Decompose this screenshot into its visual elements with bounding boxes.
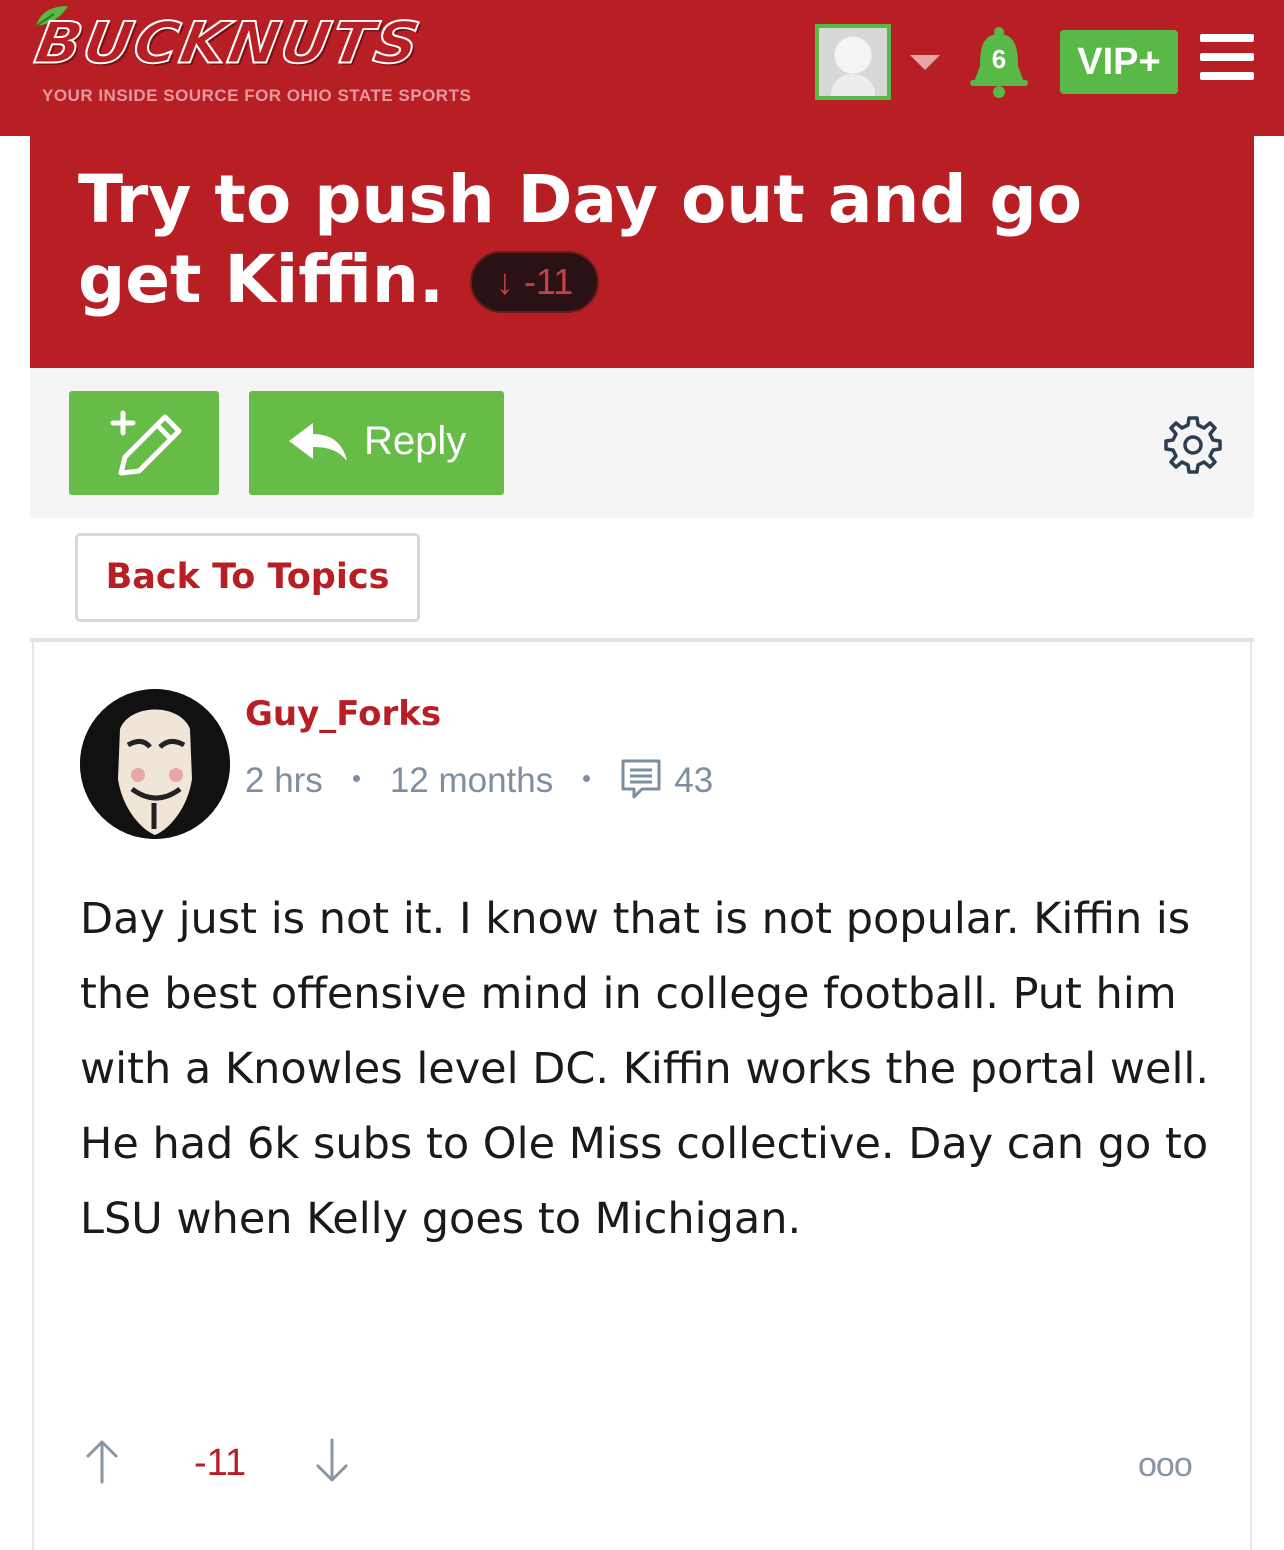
topic-toolbar: Reply: [30, 368, 1254, 518]
site-logo[interactable]: BUCKNUTS YOUR INSIDE SOURCE FOR OHIO STA…: [29, 2, 572, 112]
post-meta: 2 hrs 12 months 43: [245, 758, 713, 801]
user-avatar-button[interactable]: [815, 24, 891, 100]
page-title: Try to push Day out and go get Kiffin. ↓ …: [78, 160, 1228, 320]
logo-tagline: YOUR INSIDE SOURCE FOR OHIO STATE SPORTS: [42, 86, 472, 105]
site-header: BUCKNUTS YOUR INSIDE SOURCE FOR OHIO STA…: [0, 0, 1284, 136]
post-count: 43: [674, 761, 714, 800]
reply-label: Reply: [364, 419, 467, 463]
vip-button[interactable]: VIP+: [1060, 30, 1178, 94]
post-body: Day just is not it. I know that is not p…: [80, 894, 1210, 1244]
post-card: Guy_Forks 2 hrs 12 months 43 Day just is n…: [32, 642, 1252, 1550]
topic-score-badge: ↓ -11: [469, 251, 600, 313]
mask-avatar-image: [80, 689, 230, 839]
downvote-arrow-icon[interactable]: [314, 1438, 350, 1484]
avatar[interactable]: [80, 689, 230, 839]
gear-icon: [1164, 416, 1222, 474]
upvote-arrow-icon[interactable]: [84, 1438, 120, 1484]
avatar: [819, 28, 887, 96]
settings-button[interactable]: [1162, 414, 1224, 476]
notifications-button[interactable]: 6: [966, 26, 1032, 98]
reply-arrow-icon: [289, 423, 347, 461]
post-time: 2 hrs: [245, 761, 323, 800]
pencil-plus-icon: [110, 410, 182, 476]
new-topic-button[interactable]: [69, 391, 219, 495]
logo-wordmark: BUCKNUTS: [29, 9, 427, 77]
post-username[interactable]: Guy_Forks: [245, 694, 441, 734]
reply-button[interactable]: Reply: [249, 391, 504, 495]
vote-score: -11: [194, 1442, 247, 1484]
chevron-down-icon[interactable]: [910, 55, 940, 70]
back-to-topics-button[interactable]: Back To Topics: [75, 533, 420, 622]
notification-count: 6: [991, 44, 1007, 74]
comment-icon: [621, 759, 661, 799]
member-age: 12 months: [389, 761, 554, 800]
more-options-button[interactable]: ooo: [1138, 1446, 1193, 1485]
hamburger-menu-icon[interactable]: [1200, 34, 1254, 80]
topic-header: Try to push Day out and go get Kiffin. ↓ …: [30, 136, 1254, 368]
